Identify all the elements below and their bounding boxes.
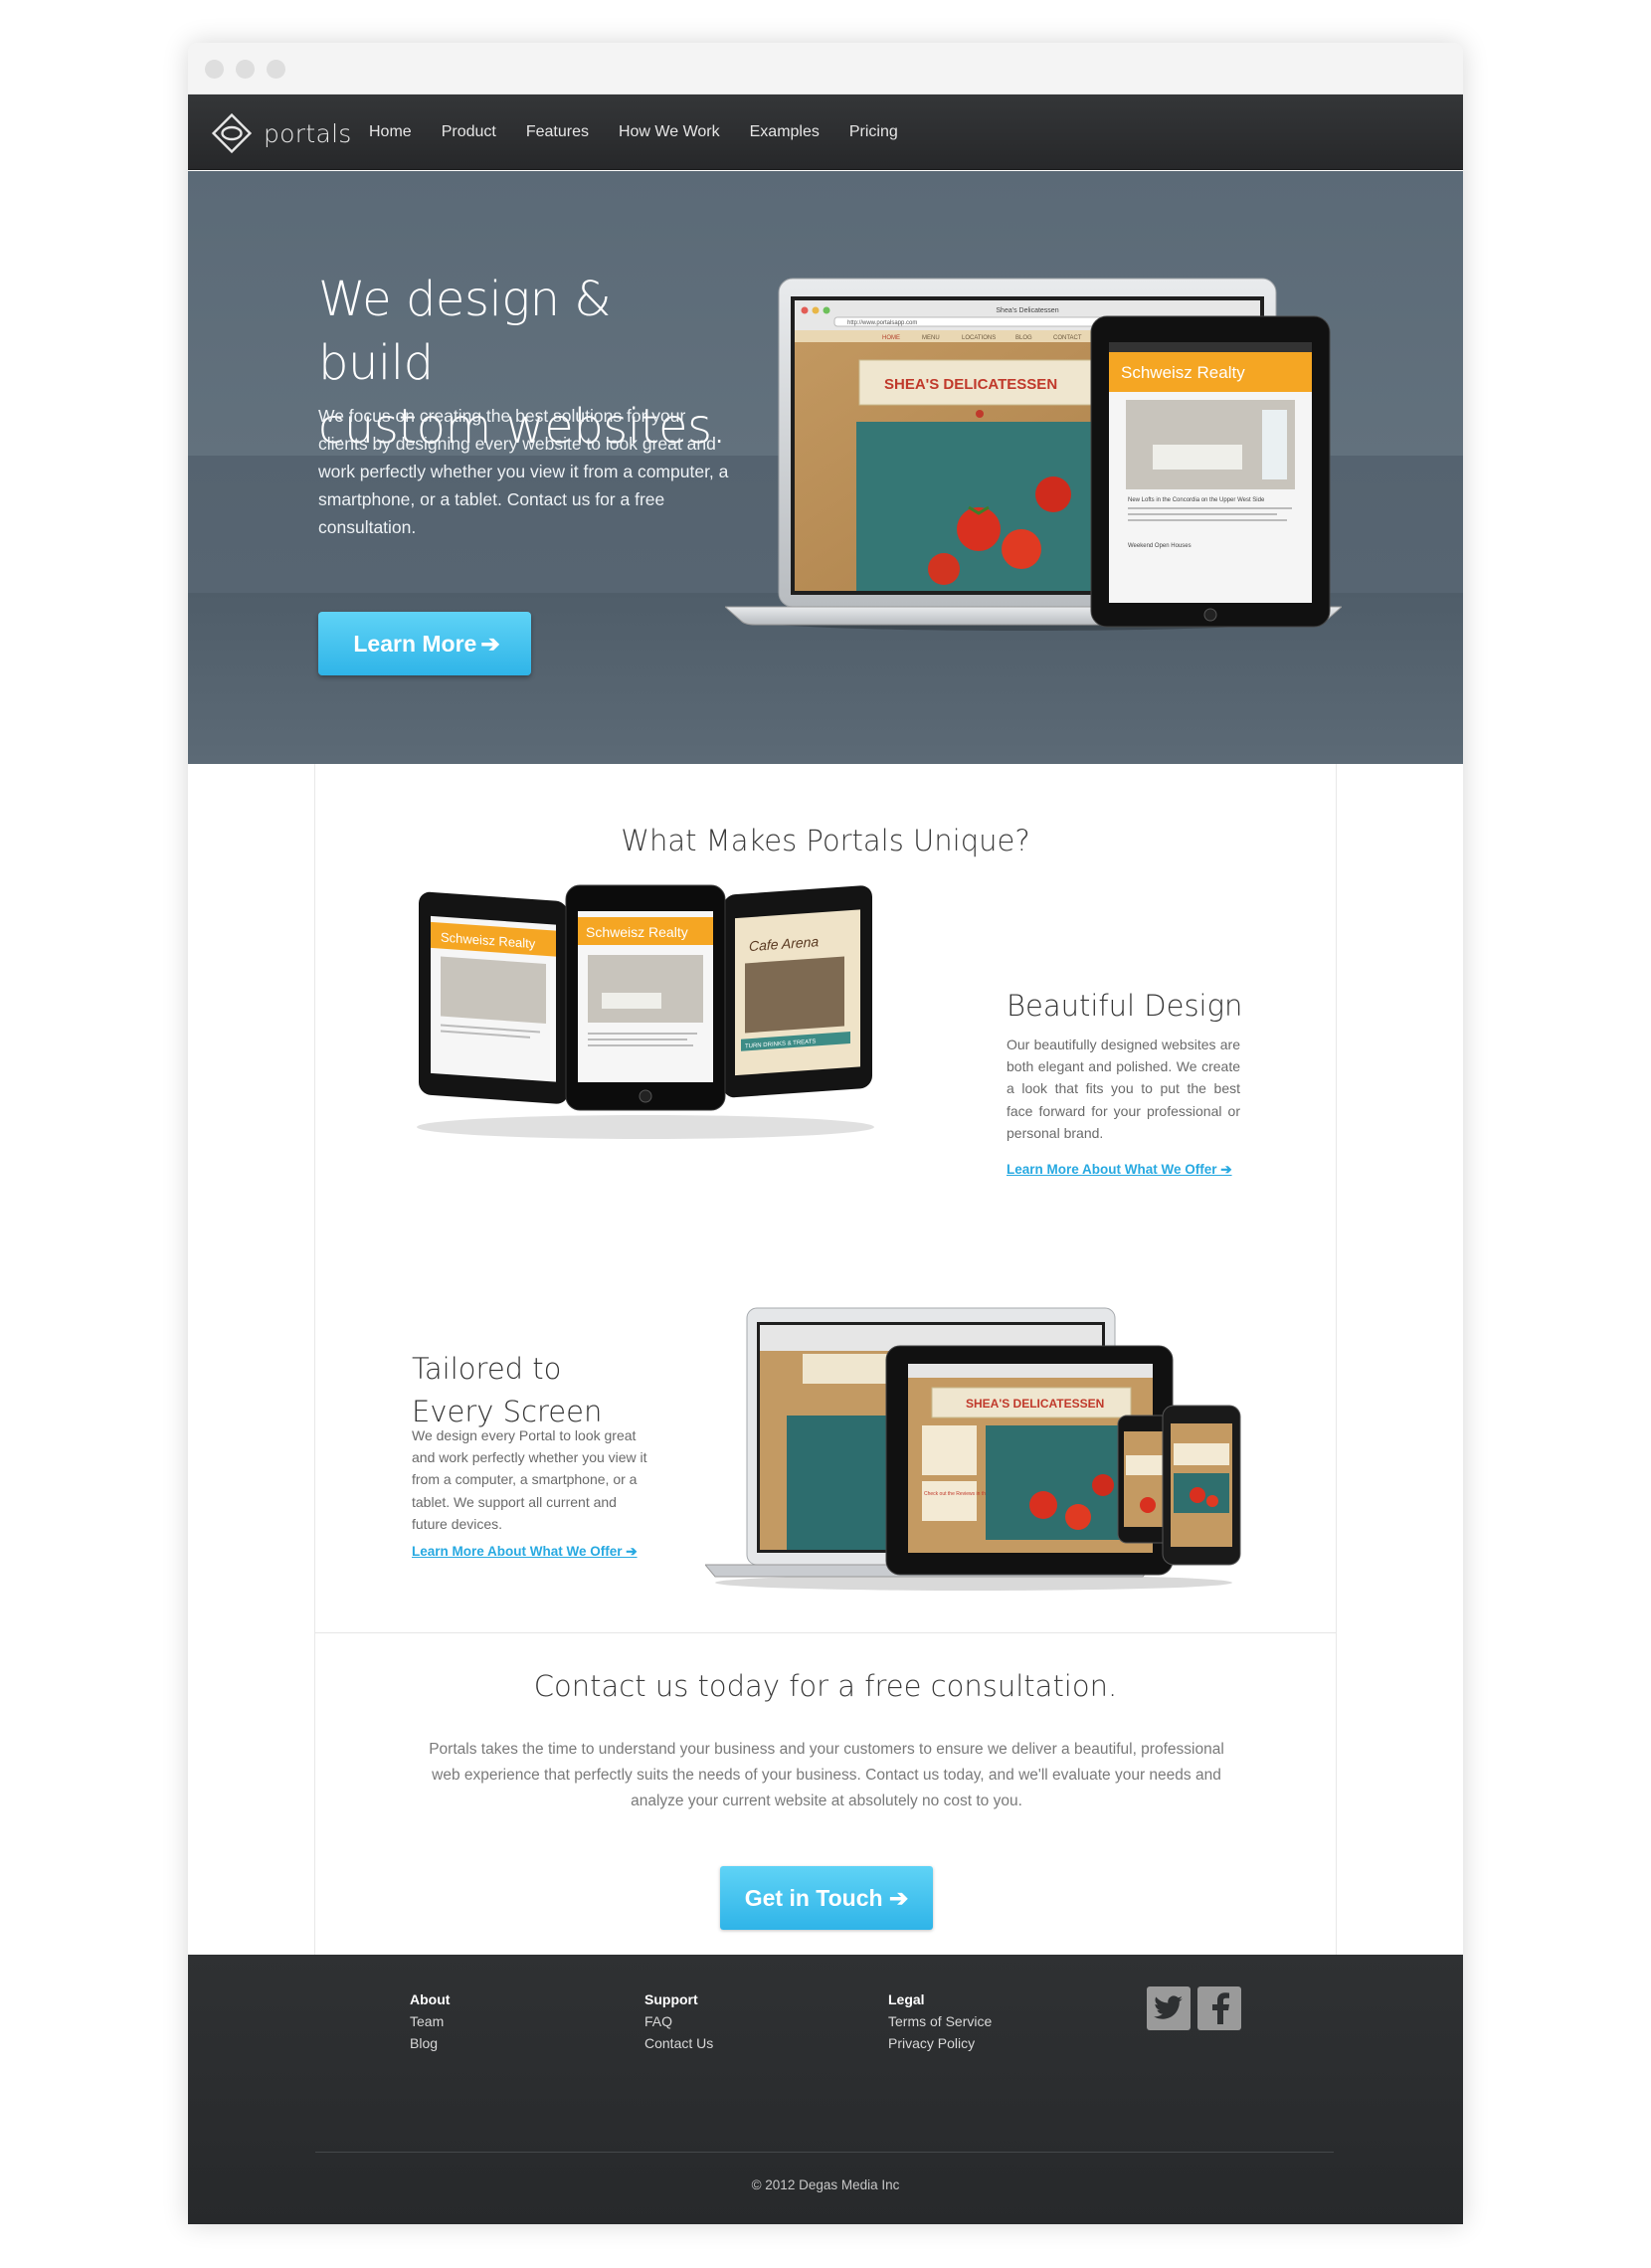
cta-description: Portals takes the time to understand you…: [429, 1741, 1224, 1809]
footer-support-heading: Support: [644, 1991, 698, 2007]
footer-col-about: About Team Blog: [410, 1988, 450, 2054]
page-footer: About Team Blog Support FAQ Contact Us L…: [188, 1955, 1463, 2224]
get-in-touch-button[interactable]: Get in Touch ➔: [720, 1866, 933, 1930]
hero-section: We design & build custom websites. We fo…: [188, 171, 1463, 764]
section-divider: [315, 1632, 1336, 1633]
facebook-icon[interactable]: [1197, 1986, 1241, 2030]
footer-link-blog[interactable]: Blog: [410, 2032, 450, 2054]
nav-item-product[interactable]: Product: [442, 123, 496, 141]
footer-link-team[interactable]: Team: [410, 2010, 450, 2032]
nav-item-features[interactable]: Features: [526, 123, 589, 141]
feature1-title: Beautiful Design: [1007, 989, 1243, 1023]
nav-item-how-we-work[interactable]: How We Work: [619, 123, 720, 141]
window-close-dot[interactable]: [205, 60, 224, 79]
arrow-right-icon: ➔: [480, 630, 500, 657]
footer-legal-heading: Legal: [888, 1991, 925, 2007]
hero-title-line1: We design & build: [318, 272, 612, 391]
feature1-body: Our beautifully designed websites are bo…: [1007, 1037, 1240, 1141]
mock-deli-banner-2: SHEA'S DELICATESSEN: [966, 1397, 1104, 1411]
footer-link-faq[interactable]: FAQ: [644, 2010, 713, 2032]
mock-listing-title2: Weekend Open Houses: [1128, 543, 1192, 549]
unique-heading: What Makes Portals Unique?: [621, 824, 1030, 857]
copyright-text: © 2012 Degas Media Inc: [751, 2177, 900, 2192]
facebook-f-icon: [1212, 1992, 1229, 2024]
window-zoom-dot[interactable]: [267, 60, 285, 79]
mock-deli-banner: SHEA'S DELICATESSEN: [884, 376, 1057, 393]
footer-col-support: Support FAQ Contact Us: [644, 1988, 713, 2054]
footer-col-legal: Legal Terms of Service Privacy Policy: [888, 1988, 992, 2054]
hero-devices-illustration: Shea's Delicatessen http://www.portalsap…: [725, 278, 1342, 631]
brand-name: portals: [264, 118, 352, 148]
portals-logo-icon: [211, 112, 253, 154]
mock-deli-nav-4: CONTACT: [1053, 335, 1082, 341]
window-chrome: [188, 43, 1463, 94]
feature2-title: Tailored to Every Screen: [412, 1348, 602, 1433]
twitter-bird-icon: [1154, 1995, 1183, 2019]
logo[interactable]: portals: [210, 111, 352, 155]
learn-more-label: Learn More: [353, 630, 477, 657]
mock-browser-title: Shea's Delicatessen: [996, 307, 1058, 314]
twitter-icon[interactable]: [1147, 1986, 1191, 2030]
mock-url: http://www.portalsapp.com: [847, 320, 917, 326]
nav-item-examples[interactable]: Examples: [750, 123, 820, 141]
top-navbar: portals Home Product Features How We Wor…: [188, 94, 1463, 170]
nav-item-pricing[interactable]: Pricing: [849, 123, 898, 141]
mock-deli-nav-0: HOME: [882, 335, 900, 341]
window-minimize-dot[interactable]: [236, 60, 255, 79]
multi-device-illustration: SHEA'S DELICATESSEN Check out the Review…: [705, 1307, 1241, 1591]
feature2-learn-more-link[interactable]: Learn More About What We Offer ➔: [412, 1544, 638, 1560]
feature2-body: We design every Portal to look great and…: [412, 1427, 647, 1532]
main-content: What Makes Portals Unique? Schweisz Real…: [314, 764, 1337, 1955]
footer-link-contact[interactable]: Contact Us: [644, 2032, 713, 2054]
mock-deli-nav-2: LOCATIONS: [962, 335, 996, 341]
learn-more-button[interactable]: Learn More ➔: [318, 612, 531, 675]
footer-link-terms[interactable]: Terms of Service: [888, 2010, 992, 2032]
mock-deli-nav-1: MENU: [922, 335, 940, 341]
feature1-learn-more-link[interactable]: Learn More About What We Offer ➔: [1007, 1162, 1232, 1178]
mock-realty-center: Schweisz Realty: [586, 924, 688, 940]
three-tablets-illustration: Schweisz Realty Cafe Arena TURN DRINKS &…: [417, 884, 874, 1139]
mock-deli-nav-3: BLOG: [1015, 335, 1032, 341]
hero-description: We focus on creating the best solutions …: [318, 406, 729, 537]
cta-heading: Contact us today for a free consultation…: [533, 1669, 1118, 1703]
nav-item-home[interactable]: Home: [369, 123, 412, 141]
mock-realty-name: Schweisz Realty: [1121, 363, 1245, 382]
mock-listing-title: New Lofts in the Concordia on the Upper …: [1128, 497, 1265, 503]
browser-window: portals Home Product Features How We Wor…: [188, 43, 1463, 2224]
footer-divider: [315, 2152, 1334, 2153]
nav-menu: Home Product Features How We Work Exampl…: [369, 94, 928, 170]
footer-link-privacy[interactable]: Privacy Policy: [888, 2032, 992, 2054]
feature2-title-line1: Tailored to: [412, 1352, 562, 1386]
footer-about-heading: About: [410, 1991, 451, 2007]
